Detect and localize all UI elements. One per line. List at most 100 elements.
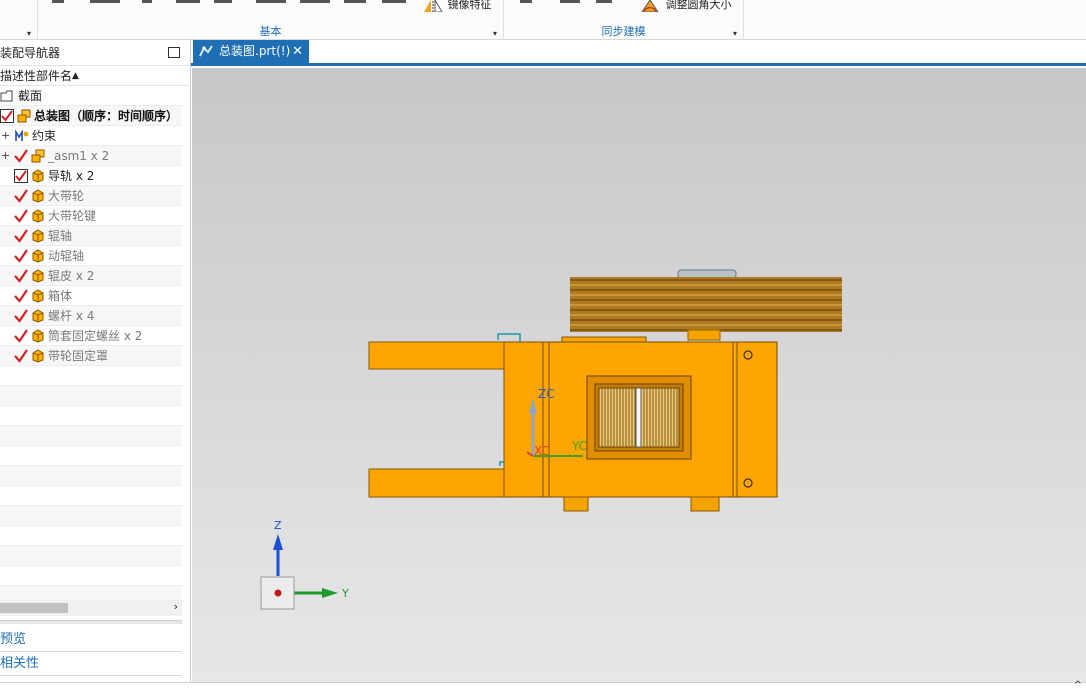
visibility-check-icon[interactable] [14,209,28,223]
tree-row[interactable]: 总装图（顺序：时间顺序） [0,106,182,126]
visibility-check-icon[interactable] [14,269,28,283]
ribbon: ▾ 镜像特征 基本 ▾ 调整圆角大小 同步建模 ▾ [0,0,1086,40]
collapse-icon[interactable]: ^ [1074,680,1082,691]
tree-row[interactable]: + _asm1 x 2 [0,146,182,166]
tree-row[interactable]: 大带轮 [0,186,182,206]
ribbon-expand-icon[interactable]: ▾ [493,29,497,38]
assembly-icon [31,149,45,163]
assembly-icon [17,109,31,123]
empty-row [0,486,182,506]
visibility-check-icon[interactable] [14,309,28,323]
empty-row [0,366,182,386]
preview-label: 预览 [0,632,27,647]
empty-row [0,466,182,486]
pulley-model[interactable] [570,269,842,341]
column-header[interactable]: 描述性部件名 ▲ [0,66,190,86]
horizontal-scrollbar[interactable]: › [0,600,182,616]
empty-row [0,506,182,526]
navigator-title: 装配导航器 [0,46,61,60]
housing-model[interactable] [503,336,778,512]
tree-row[interactable]: 导轨 x 2 [0,166,182,186]
visibility-check-icon[interactable] [14,329,28,343]
expand-icon[interactable]: + [1,126,10,146]
tree-item-label: 截面 [18,89,43,103]
mirror-feature-icon [424,0,443,12]
csys-zc-label: ZC [538,387,555,401]
visibility-check-icon[interactable] [14,349,28,363]
checkbox-checked-icon[interactable] [14,169,28,183]
part-icon [32,189,44,203]
resize-fillet-label: 调整圆角大小 [665,0,732,11]
tree-item-label: 箱体 [48,289,73,303]
tree-item-label: 辊轴 [48,229,73,243]
document-tabbar: 总装图.prt(!) ✕ [191,40,1086,66]
csys-yc-label: YC [571,439,587,453]
tree-row[interactable]: 截面 [0,86,182,106]
empty-row [0,526,182,546]
mirror-feature-button[interactable]: 镜像特征 [422,0,492,12]
rail-edge-highlight [499,461,504,466]
tree-row[interactable]: 筒套固定螺丝 x 2 [0,326,182,346]
status-bar: ^ [0,680,1086,692]
ribbon-expand-icon[interactable]: ▾ [733,29,737,38]
tree-row[interactable]: 辊轴 [0,226,182,246]
tree-row[interactable]: 箱体 [0,286,182,306]
resize-fillet-button[interactable]: 调整圆角大小 [640,0,732,12]
part-icon [32,209,44,223]
view-triad[interactable] [260,534,338,610]
ribbon-group-left: ▾ [0,0,38,40]
section-folder-icon [0,90,13,102]
triad-y-label: Y [341,587,349,600]
empty-row [0,546,182,566]
panel-splitter[interactable] [0,620,182,624]
constraint-icon [15,129,29,141]
tree-item-label: 螺杆 x 4 [48,309,95,323]
ribbon-group-basic: 镜像特征 基本 ▾ [38,0,504,40]
tree-item-label: 约束 [32,129,57,143]
empty-row [0,446,182,466]
tab-assembly[interactable]: 总装图.prt(!) ✕ [193,40,309,63]
tree-row[interactable]: 动辊轴 [0,246,182,266]
tree-item-label: _asm1 x 2 [48,149,110,163]
model-view: ZC YC XC Z Y [260,269,842,610]
navigator-header: 装配导航器 [0,40,190,66]
ribbon-group-sync: 调整圆角大小 同步建模 ▾ [504,0,744,40]
scrollbar-thumb[interactable] [0,603,68,613]
visibility-check-icon[interactable] [14,149,28,163]
scroll-right-icon[interactable]: › [174,600,178,613]
part-icon [32,349,44,363]
sort-ascending-icon[interactable]: ▲ [72,66,79,86]
part-icon [32,169,44,183]
tree-item-label: 大带轮 [48,189,85,203]
expand-icon[interactable]: + [1,146,10,166]
tree-row[interactable]: 带轮固定罩 [0,346,182,366]
tree-item-label: 筒套固定螺丝 x 2 [48,329,143,343]
tree-item-label: 总装图（顺序：时间顺序） [34,109,179,123]
visibility-check-icon[interactable] [14,189,28,203]
preview-section[interactable]: 预览 [0,628,182,652]
tree-row[interactable]: + 约束 [0,126,182,146]
rail-top[interactable] [368,341,506,370]
tree-row[interactable]: 螺杆 x 4 [0,306,182,326]
visibility-check-icon[interactable] [14,229,28,243]
part-icon [32,329,44,343]
tree-row[interactable]: 大带轮键 [0,206,182,226]
ribbon-expand-icon[interactable]: ▾ [27,29,31,38]
visibility-check-icon[interactable] [14,289,28,303]
visibility-check-icon[interactable] [14,249,28,263]
tree-item-label: 导轨 x 2 [48,169,95,183]
csys-xc-label: XC [534,444,550,458]
dependency-section[interactable]: 相关性 [0,652,182,676]
rail-bottom[interactable] [368,468,506,498]
checkbox-checked-icon[interactable] [0,109,14,123]
maximize-icon[interactable] [168,47,180,58]
graphics-viewport[interactable]: ZC YC XC Z Y [192,68,1086,682]
part-icon [32,229,44,243]
tree-row[interactable]: 辊皮 x 2 [0,266,182,286]
empty-row [0,406,182,426]
empty-row [0,386,182,406]
close-icon[interactable]: ✕ [292,40,303,63]
column-header-label: 描述性部件名 [0,69,73,83]
tree-item-label: 辊皮 x 2 [48,269,95,283]
part-icon [32,249,44,263]
